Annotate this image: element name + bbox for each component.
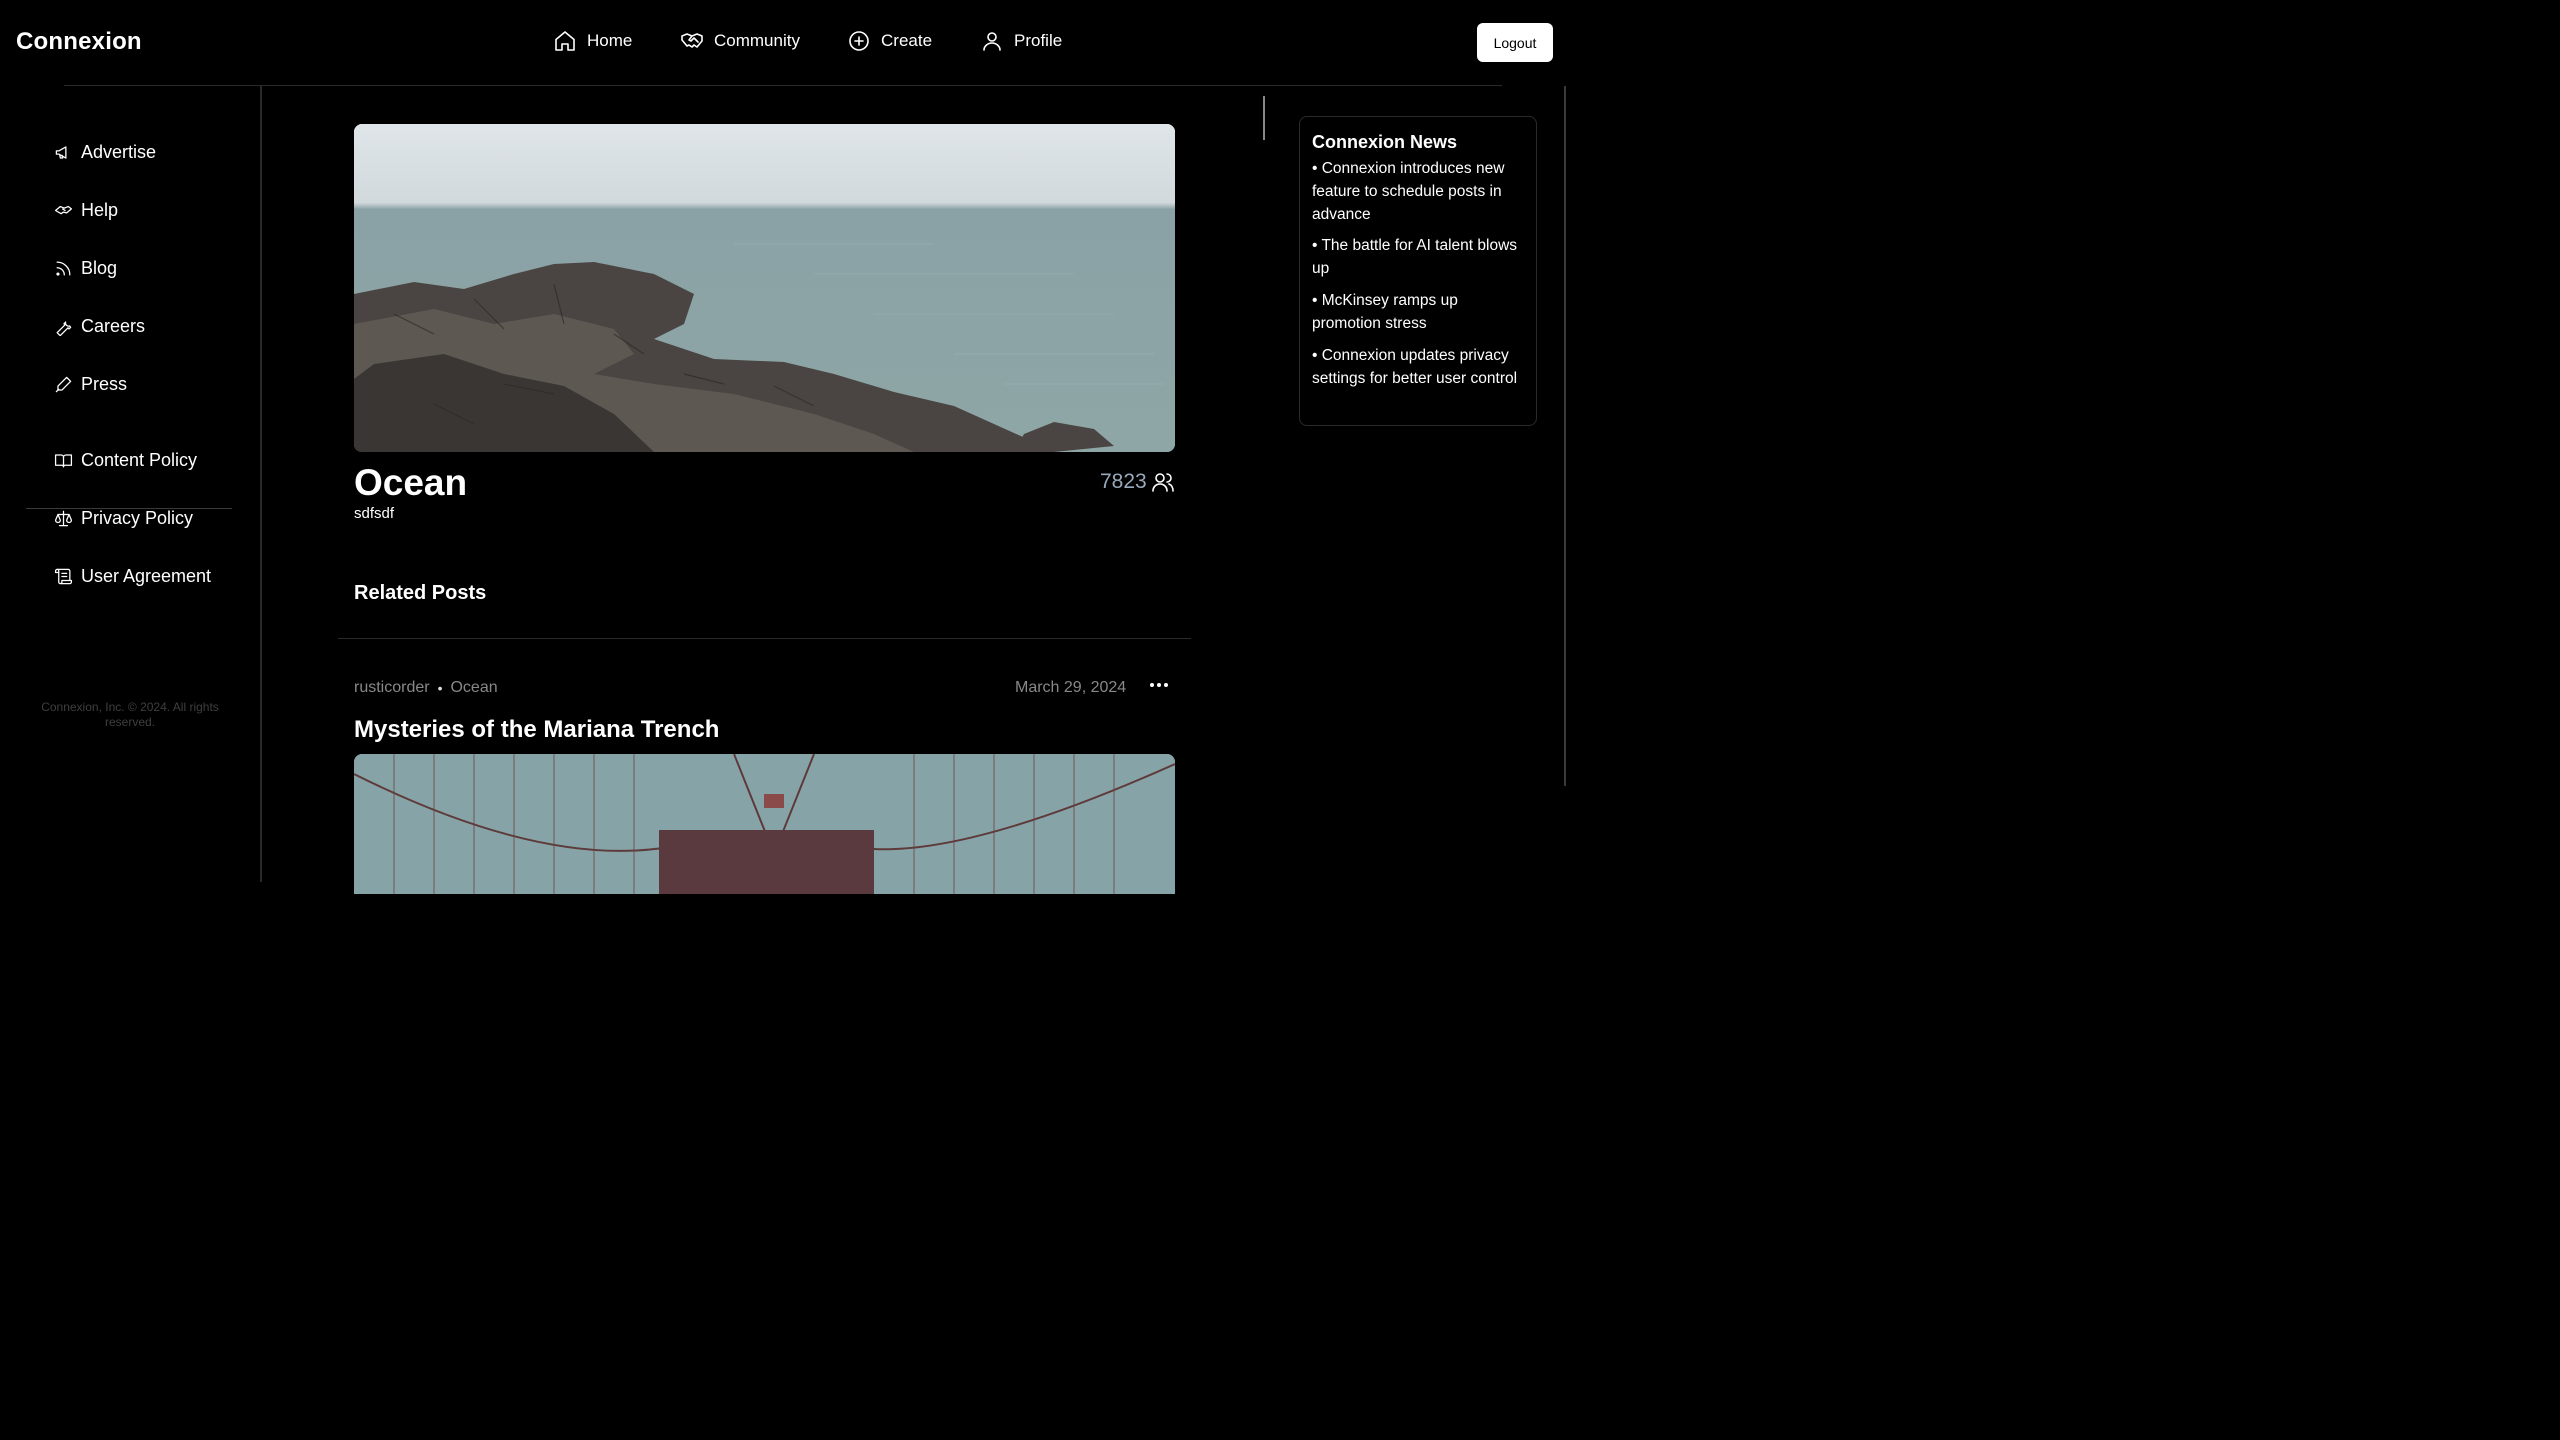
- pen-icon: [54, 375, 73, 394]
- sidebar-item-label: Content Policy: [81, 450, 198, 470]
- related-posts-heading: Related Posts: [354, 582, 487, 604]
- sidebar-item-label: User Agreement: [81, 566, 212, 586]
- handshake-icon: [54, 201, 73, 220]
- community-banner-image: [354, 124, 1175, 452]
- nav-home[interactable]: Home: [553, 29, 632, 53]
- user-icon: [980, 29, 1004, 53]
- brand-logo[interactable]: Connexion: [16, 28, 142, 56]
- news-title: Connexion News: [1312, 132, 1458, 152]
- nav-create-label: Create: [881, 31, 933, 50]
- community-title: Ocean: [354, 462, 468, 503]
- post-title[interactable]: Mysteries of the Mariana Trench: [354, 716, 719, 744]
- scroll-icon: [54, 567, 73, 586]
- more-horizontal-icon: [1148, 675, 1170, 695]
- book-icon: [54, 451, 73, 470]
- sidebar-item-careers[interactable]: Careers: [54, 316, 145, 337]
- top-navbar: Connexion Home Community Create Profile …: [0, 0, 1568, 86]
- left-sidebar: Advertise Help Blog Careers Press Conten…: [0, 86, 262, 882]
- post-image[interactable]: [354, 754, 1175, 894]
- related-posts-divider: [338, 638, 1191, 639]
- sidebar-item-content-policy[interactable]: Content Policy: [54, 450, 197, 471]
- sidebar-item-label: Privacy Policy: [81, 508, 194, 528]
- sidebar-item-user-agreement[interactable]: User Agreement: [54, 566, 211, 587]
- news-item[interactable]: • McKinsey ramps up promotion stress: [1312, 289, 1526, 335]
- nav-profile-label: Profile: [1014, 31, 1063, 50]
- sidebar-item-press[interactable]: Press: [54, 374, 127, 395]
- scale-icon: [54, 509, 73, 528]
- news-item[interactable]: • Connexion updates privacy settings for…: [1312, 344, 1526, 390]
- community-description: sdfsdf: [354, 505, 395, 522]
- feed-scrollbar[interactable]: [1263, 96, 1265, 140]
- plus-circle-icon: [847, 29, 871, 53]
- header-divider: [64, 85, 1502, 86]
- home-icon: [553, 29, 577, 53]
- handshake-icon: [680, 29, 704, 53]
- news-item[interactable]: • Connexion introduces new feature to sc…: [1312, 157, 1526, 226]
- sidebar-item-label: Help: [81, 200, 119, 220]
- sidebar-item-blog[interactable]: Blog: [54, 258, 117, 279]
- nav-create[interactable]: Create: [847, 29, 932, 53]
- member-count-value: 7823: [1100, 470, 1147, 493]
- member-count: 7823: [1100, 470, 1175, 494]
- post-date: March 29, 2024: [1015, 679, 1127, 696]
- post-community[interactable]: Ocean: [450, 679, 497, 697]
- sidebar-item-privacy-policy[interactable]: Privacy Policy: [54, 508, 193, 529]
- nav-home-label: Home: [587, 31, 633, 50]
- sidebar-item-help[interactable]: Help: [54, 200, 118, 221]
- post-meta: rusticorder • Ocean: [354, 679, 498, 697]
- nav-community-label: Community: [714, 31, 800, 50]
- rss-icon: [54, 259, 73, 278]
- page-scrollbar[interactable]: [1564, 86, 1566, 786]
- nav-profile[interactable]: Profile: [980, 29, 1062, 53]
- megaphone-icon: [54, 143, 73, 162]
- sidebar-item-label: Careers: [81, 316, 146, 336]
- news-panel: Connexion News • Connexion introduces ne…: [1299, 116, 1537, 426]
- news-item[interactable]: • The battle for AI talent blows up: [1312, 234, 1526, 280]
- sidebar-item-label: Blog: [81, 258, 118, 278]
- wrench-icon: [54, 317, 73, 336]
- users-icon: [1151, 470, 1175, 494]
- logout-button[interactable]: Logout: [1477, 23, 1553, 62]
- nav-community[interactable]: Community: [680, 29, 800, 53]
- sidebar-item-label: Press: [81, 374, 128, 394]
- sidebar-item-label: Advertise: [81, 142, 157, 162]
- copyright-text: Connexion, Inc. © 2024. All rights reser…: [41, 700, 219, 729]
- separator-dot: •: [437, 680, 443, 696]
- post-author[interactable]: rusticorder: [354, 679, 430, 697]
- post-options-button[interactable]: [1148, 675, 1170, 695]
- sidebar-item-advertise[interactable]: Advertise: [54, 142, 156, 163]
